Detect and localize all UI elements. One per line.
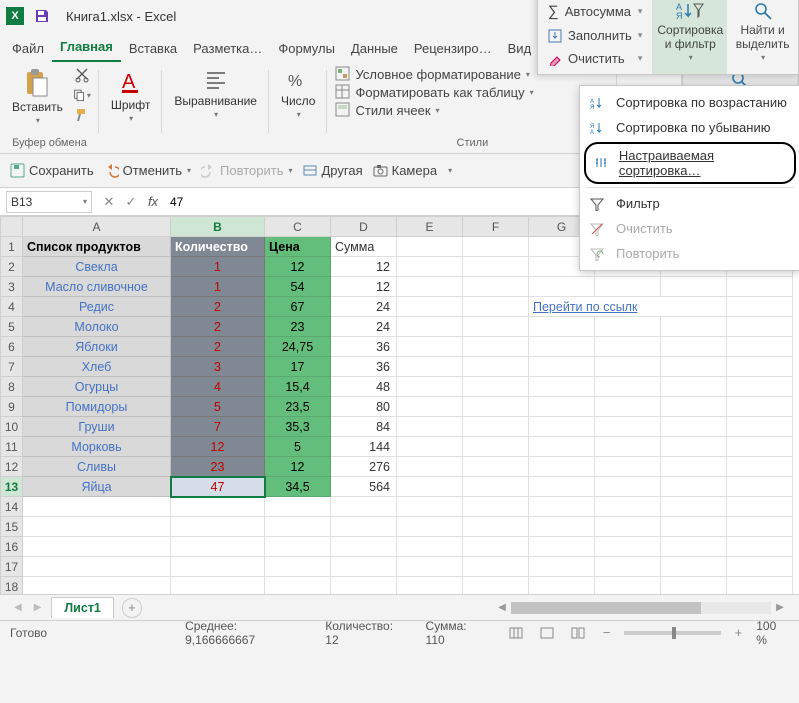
accept-formula-icon[interactable]: ✓	[120, 191, 142, 213]
menu-review[interactable]: Рецензиро…	[406, 35, 500, 62]
quick-other[interactable]: Другая	[303, 163, 363, 178]
filter-toggle[interactable]: Фильтр	[580, 191, 799, 216]
zoom-out-button[interactable]: −	[599, 625, 615, 640]
quick-redo[interactable]: Повторить▾	[201, 163, 292, 178]
sort-desc[interactable]: ЯАСортировка по убыванию	[580, 115, 799, 140]
sheet-tab-1[interactable]: Лист1	[51, 597, 113, 618]
find-select-button[interactable]: Найти и выделить▾	[727, 0, 798, 74]
menu-data[interactable]: Данные	[343, 35, 406, 62]
sort-filter-button[interactable]: АЯ Сортировка и фильтр▾	[653, 0, 727, 74]
paste-button[interactable]: Вставить▾	[8, 66, 67, 127]
number-button[interactable]: % Число▾	[277, 66, 320, 121]
quick-save[interactable]: Сохранить	[10, 163, 94, 178]
fx-icon[interactable]: fx	[142, 191, 164, 212]
quick-undo[interactable]: Отменить▾	[104, 163, 191, 178]
ribbon-styles: Условное форматирование▾ Форматировать к…	[327, 62, 617, 153]
menu-layout[interactable]: Разметка…	[185, 35, 270, 62]
svg-text:%: %	[288, 73, 302, 90]
view-page-layout-icon[interactable]	[537, 624, 558, 642]
sort-menu: АЯСортировка по возрастанию ЯАСортировка…	[579, 85, 799, 271]
status-count: Количество: 12	[325, 619, 407, 647]
filter-clear-icon	[590, 222, 606, 236]
status-sum: Сумма: 110	[426, 619, 488, 647]
svg-text:Я: Я	[676, 11, 683, 21]
ribbon-number: % Число▾	[269, 62, 328, 153]
format-painter-icon[interactable]	[73, 106, 91, 124]
autosum-button[interactable]: ∑Автосумма▾	[538, 0, 652, 24]
sort-asc[interactable]: АЯСортировка по возрастанию	[580, 90, 799, 115]
spreadsheet-grid[interactable]: A B C D E F G H I J 1 Список продуктовКо…	[0, 216, 799, 594]
format-as-table[interactable]: Форматировать как таблицу▾	[335, 84, 533, 100]
view-page-break-icon[interactable]	[568, 624, 589, 642]
find-icon	[753, 1, 773, 21]
menu-formulas[interactable]: Формулы	[270, 35, 343, 62]
ribbon-font: A Шрифт▾	[99, 62, 162, 153]
zoom-value[interactable]: 100 %	[756, 619, 789, 647]
quick-camera[interactable]: Камера	[373, 163, 437, 178]
copy-icon[interactable]: ▾	[73, 86, 91, 104]
view-normal-icon[interactable]	[505, 624, 526, 642]
sort-asc-icon: АЯ	[590, 96, 606, 110]
cancel-formula-icon[interactable]: ✕	[98, 191, 120, 213]
cell-styles[interactable]: Стили ячеек▾	[335, 102, 439, 118]
ribbon-alignment: Выравнивание▾	[162, 62, 269, 153]
status-ready: Готово	[10, 626, 47, 640]
sheet-tabs: ◀ ▶ Лист1 + ◀ ▶	[0, 594, 799, 620]
excel-icon: X	[6, 7, 24, 25]
sort-custom-icon	[594, 156, 609, 170]
filter-reapply-icon	[590, 247, 606, 261]
ribbon-styles-label: Стили	[457, 137, 489, 151]
window-title: Книга1.xlsx - Excel	[66, 9, 176, 24]
clear-button[interactable]: Очистить▾	[538, 47, 652, 70]
alignment-button[interactable]: Выравнивание▾	[170, 66, 261, 121]
filter-icon	[590, 197, 606, 211]
filter-clear: Очистить	[580, 216, 799, 241]
svg-text:A: A	[122, 71, 136, 93]
fill-button[interactable]: Заполнить▾	[538, 24, 652, 47]
cut-icon[interactable]	[73, 66, 91, 84]
quick-access: Сохранить Отменить▾ Повторить▾ Другая Ка…	[0, 154, 799, 188]
svg-text:А: А	[590, 130, 594, 135]
conditional-formatting[interactable]: Условное форматирование▾	[335, 66, 529, 82]
quick-more-icon[interactable]: ▾	[448, 166, 452, 175]
menu-view[interactable]: Вид	[500, 35, 540, 62]
status-average: Среднее: 9,166666667	[185, 619, 307, 647]
zoom-slider[interactable]	[624, 631, 720, 635]
ribbon-clipboard: Вставить▾ ▾ Буфер обмена	[0, 62, 99, 153]
selected-cell[interactable]: 47	[171, 477, 265, 497]
editing-panel: ∑Автосумма▾ Заполнить▾ Очистить▾ АЯ Сорт…	[537, 0, 799, 75]
zoom-in-button[interactable]: +	[731, 625, 747, 640]
status-bar: Готово Среднее: 9,166666667 Количество: …	[0, 620, 799, 644]
ribbon-clipboard-label: Буфер обмена	[12, 137, 87, 151]
menu-home[interactable]: Главная	[52, 33, 121, 62]
save-quick-icon[interactable]	[34, 8, 50, 24]
sort-filter-icon: АЯ	[676, 1, 704, 21]
sort-desc-icon: ЯА	[590, 121, 606, 135]
font-button[interactable]: A Шрифт▾	[107, 66, 154, 125]
horizontal-scrollbar[interactable]: ◀ ▶	[495, 602, 787, 614]
sort-custom[interactable]: Настраиваемая сортировка…	[584, 142, 796, 184]
tab-prev-icon[interactable]: ◀	[12, 600, 24, 615]
tab-next-icon[interactable]: ▶	[32, 600, 44, 615]
add-sheet-button[interactable]: +	[122, 598, 142, 618]
menu-file[interactable]: Файл	[4, 35, 52, 62]
name-box[interactable]: B13▾	[6, 191, 92, 213]
filter-reapply: Повторить	[580, 241, 799, 266]
svg-text:Я: Я	[590, 105, 594, 110]
menu-insert[interactable]: Вставка	[121, 35, 185, 62]
hyperlink-cell[interactable]: Перейти по ссылк	[529, 297, 727, 317]
